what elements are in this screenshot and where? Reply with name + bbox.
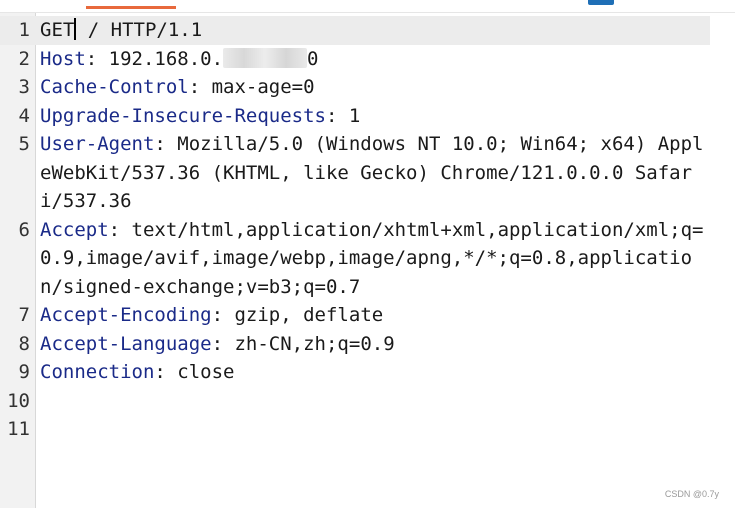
redacted-region [223,47,308,68]
header-separator: : [211,332,235,355]
code-line-8[interactable]: 8 Accept-Language: zh-CN,zh;q=0.9 [0,330,735,359]
header-accept[interactable]: Accept: text/html,application/xhtml+xml,… [35,216,705,302]
header-separator: : [108,218,132,241]
header-value: 192.168.0. [108,47,224,70]
header-accept-language[interactable]: Accept-Language: zh-CN,zh;q=0.9 [35,330,705,359]
code-line-2[interactable]: 2 Host: 192.168.0. 0 [0,45,735,74]
header-value: 1 [348,104,361,127]
line-number: 6 [18,218,30,241]
header-value: close [177,361,235,383]
code-line-7[interactable]: 7 Accept-Encoding: gzip, deflate [0,301,735,330]
header-value: text/html,application/xhtml+xml,applicat… [40,218,704,298]
code-line-5[interactable]: 5 User-Agent: Mozilla/5.0 (Windows NT 10… [0,130,735,216]
line-number: 4 [18,104,30,127]
header-accept-encoding[interactable]: Accept-Encoding: gzip, deflate [35,301,705,330]
header-separator: : [188,76,212,98]
request-method: GET [40,19,75,41]
code-line-1[interactable]: 1 GET / HTTP/1.1 [0,16,710,45]
header-separator: : [154,133,178,155]
header-key: Cache-Control [40,76,189,98]
line-number: 9 [18,361,30,383]
header-value: zh-CN,zh;q=0.9 [234,332,395,355]
code-line-10[interactable]: 10 [0,387,735,416]
line-number: 7 [18,304,30,326]
request-target: / HTTP/1.1 [76,19,203,41]
header-user-agent[interactable]: User-Agent: Mozilla/5.0 (Windows NT 10.0… [35,130,705,216]
request-lines: 1 GET / HTTP/1.1 2 Host: 192.168.0. 0 3 C… [0,16,735,444]
line-number: 8 [18,332,30,355]
code-line-3[interactable]: 3 Cache-Control: max-age=0 [0,73,735,102]
header-key: User-Agent [40,133,155,155]
header-key: Accept [40,218,109,241]
header-upgrade-insecure-requests[interactable]: Upgrade-Insecure-Requests: 1 [35,102,705,131]
header-separator: : [154,361,178,383]
line-number: 11 [7,418,30,440]
raw-request-editor[interactable]: 1 GET / HTTP/1.1 2 Host: 192.168.0. 0 3 C… [0,13,735,508]
active-tab-indicator[interactable] [86,6,176,9]
watermark: CSDN @0.7y [664,489,719,499]
header-key: Connection [40,361,155,383]
line-number: 1 [18,19,30,41]
header-separator: : [325,104,349,127]
line-number: 5 [18,133,30,155]
code-line-9[interactable]: 9 Connection: close [0,358,735,387]
header-separator: : [211,304,235,326]
header-key: Upgrade-Insecure-Requests [40,104,326,127]
header-key: Accept-Encoding [40,304,212,326]
line-number: 3 [18,76,30,98]
header-key: Host [40,47,86,70]
request-line[interactable]: GET / HTTP/1.1 [35,16,705,45]
header-separator: : [85,47,109,70]
toolbar-button[interactable] [588,0,614,5]
header-host[interactable]: Host: 192.168.0. 0 [35,45,705,74]
code-line-11[interactable]: 11 [0,415,735,444]
top-toolbar [0,0,735,13]
line-number: 2 [18,47,30,70]
header-value: max-age=0 [211,76,315,98]
header-value: gzip, deflate [234,304,384,326]
header-cache-control[interactable]: Cache-Control: max-age=0 [35,73,705,102]
line-number: 10 [7,389,30,412]
code-line-4[interactable]: 4 Upgrade-Insecure-Requests: 1 [0,102,735,131]
code-line-6[interactable]: 6 Accept: text/html,application/xhtml+xm… [0,216,735,302]
header-connection[interactable]: Connection: close [35,358,705,387]
header-value-tail: 0 [307,47,319,70]
header-key: Accept-Language [40,332,212,355]
